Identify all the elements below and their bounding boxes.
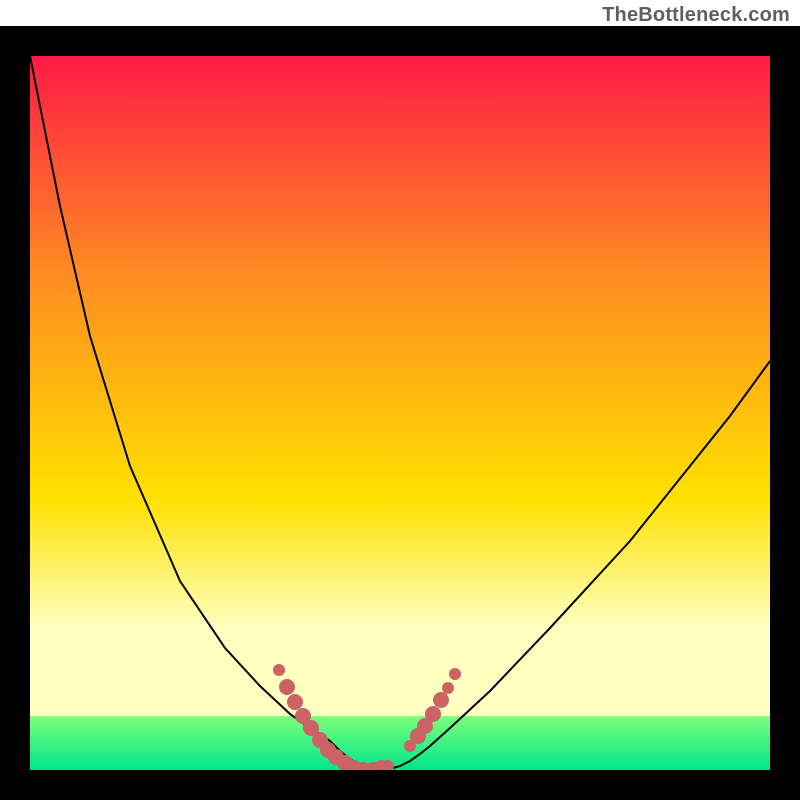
curve-marker <box>433 692 449 708</box>
curve-marker <box>425 706 441 722</box>
curve-marker <box>273 664 285 676</box>
curve-marker <box>442 682 454 694</box>
gradient-background <box>30 56 770 770</box>
curve-marker <box>287 694 303 710</box>
chart-stage: TheBottleneck.com <box>0 0 800 800</box>
plot-frame-black <box>0 26 800 800</box>
curve-marker <box>279 679 295 695</box>
chart-svg <box>30 56 770 770</box>
plot-area <box>30 56 770 770</box>
watermark-text: TheBottleneck.com <box>602 4 790 27</box>
curve-marker <box>449 668 461 680</box>
